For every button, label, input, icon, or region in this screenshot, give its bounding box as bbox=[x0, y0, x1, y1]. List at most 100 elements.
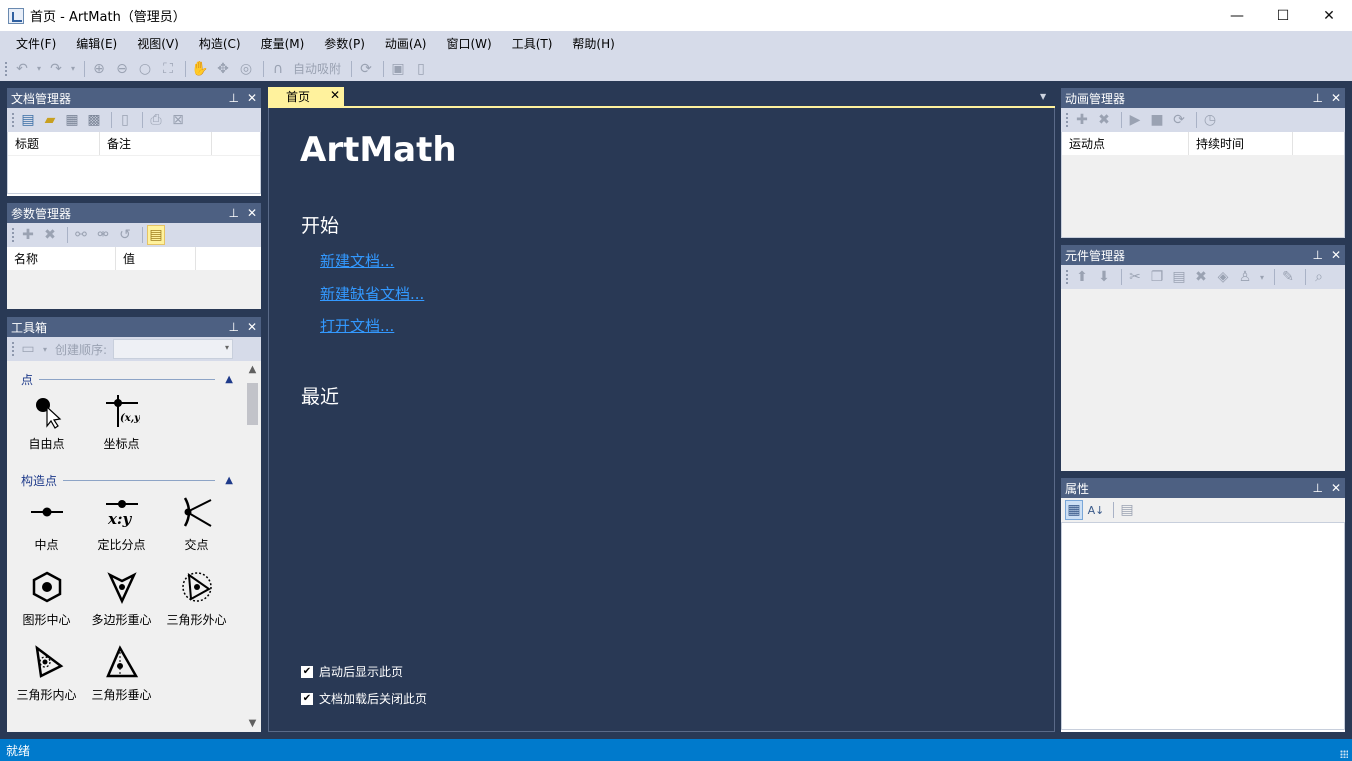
section-header-constructed-point[interactable]: 构造点 ▲ bbox=[7, 472, 239, 488]
close-button[interactable]: ✕ bbox=[1306, 0, 1352, 31]
open-document-icon[interactable]: ▰ bbox=[41, 110, 59, 130]
zoom-icon[interactable]: ○ bbox=[135, 59, 155, 79]
scroll-up-icon[interactable]: ▲ bbox=[244, 361, 261, 378]
checkbox[interactable]: ✔ bbox=[301, 665, 313, 678]
move-down-icon[interactable]: ⬇ bbox=[1095, 267, 1113, 287]
show-on-startup-option[interactable]: ✔ 启动后显示此页 bbox=[301, 663, 403, 680]
toolbox-scrollbar[interactable]: ▲ ▼ bbox=[244, 361, 261, 732]
pin-icon[interactable]: ⊥ bbox=[228, 320, 238, 334]
menu-view[interactable]: 视图(V) bbox=[127, 35, 189, 52]
column-header-moving-point[interactable]: 运动点 bbox=[1062, 132, 1189, 155]
screenshot-icon[interactable]: ▣ bbox=[388, 59, 408, 79]
lock-icon[interactable]: ♙ bbox=[1236, 267, 1254, 287]
unlink-icon[interactable]: ⚮ bbox=[94, 225, 112, 245]
undo-dropdown-icon[interactable]: ▾ bbox=[35, 59, 43, 79]
new-default-document-link[interactable]: 新建缺省文档... bbox=[320, 283, 424, 304]
save-icon[interactable]: ▦ bbox=[63, 110, 81, 130]
menu-edit[interactable]: 编辑(E) bbox=[66, 35, 127, 52]
close-document-icon[interactable]: ⊠ bbox=[169, 110, 187, 130]
search-icon[interactable]: ⌕ bbox=[1310, 267, 1328, 287]
column-header-note[interactable]: 备注 bbox=[100, 132, 212, 155]
paste-icon[interactable]: ▤ bbox=[1170, 267, 1188, 287]
tool-incenter[interactable]: 三角形内心 bbox=[9, 642, 84, 712]
checkbox[interactable]: ✔ bbox=[301, 692, 313, 705]
tool-shape-center[interactable]: 图形中心 bbox=[9, 567, 84, 637]
toolbar-grip[interactable] bbox=[11, 341, 15, 357]
column-header-title[interactable]: 标题 bbox=[8, 132, 100, 155]
pin-icon[interactable]: ⊥ bbox=[228, 206, 238, 220]
move-up-icon[interactable]: ⬆ bbox=[1073, 267, 1091, 287]
new-document-link[interactable]: 新建文档... bbox=[320, 250, 394, 271]
redo-icon[interactable]: ↷ bbox=[46, 59, 66, 79]
new-document-icon[interactable]: ▤ bbox=[19, 110, 37, 130]
scroll-thumb[interactable] bbox=[247, 383, 258, 425]
toolbar-grip[interactable] bbox=[11, 227, 15, 243]
view-mode-dropdown-icon[interactable]: ▾ bbox=[41, 339, 49, 359]
close-icon[interactable]: ✕ bbox=[247, 320, 257, 334]
move-icon[interactable]: ✥ bbox=[213, 59, 233, 79]
toolbar-grip[interactable] bbox=[1065, 269, 1069, 285]
pin-icon[interactable]: ⊥ bbox=[1312, 91, 1322, 105]
save-all-icon[interactable]: ▩ bbox=[85, 110, 103, 130]
close-icon[interactable]: ✕ bbox=[1331, 481, 1341, 495]
add-icon[interactable]: ✚ bbox=[1073, 110, 1091, 130]
pin-icon[interactable]: ⊥ bbox=[228, 91, 238, 105]
tool-ratio-point[interactable]: x:y 定比分点 bbox=[84, 492, 159, 562]
delete-icon[interactable]: ✖ bbox=[1095, 110, 1113, 130]
tool-intersection[interactable]: 交点 bbox=[159, 492, 234, 562]
tool-midpoint[interactable]: 中点 bbox=[9, 492, 84, 562]
highlight-icon[interactable]: ✎ bbox=[1279, 267, 1297, 287]
reset-icon[interactable]: ↺ bbox=[116, 225, 134, 245]
link-icon[interactable]: ⚯ bbox=[72, 225, 90, 245]
document-icon[interactable]: ▯ bbox=[116, 110, 134, 130]
paste-icon[interactable]: ▤ bbox=[147, 225, 165, 245]
loop-icon[interactable]: ⟳ bbox=[1170, 110, 1188, 130]
menu-animation[interactable]: 动画(A) bbox=[375, 35, 437, 52]
close-icon[interactable]: ✕ bbox=[1331, 91, 1341, 105]
stop-icon[interactable]: ■ bbox=[1148, 110, 1166, 130]
resize-grip[interactable] bbox=[1340, 750, 1348, 758]
zoom-in-icon[interactable]: ⊕ bbox=[89, 59, 109, 79]
property-pages-icon[interactable]: ▤ bbox=[1118, 500, 1136, 520]
hand-icon[interactable]: ✋ bbox=[190, 59, 210, 79]
redo-dropdown-icon[interactable]: ▾ bbox=[69, 59, 77, 79]
print-icon[interactable]: ⎙ bbox=[147, 110, 165, 130]
menu-parameter[interactable]: 参数(P) bbox=[314, 35, 375, 52]
tool-circumcenter[interactable]: 三角形外心 bbox=[159, 567, 234, 637]
tab-home[interactable]: 首页 ✕ bbox=[268, 87, 344, 106]
undo-icon[interactable]: ↶ bbox=[12, 59, 32, 79]
column-header-value[interactable]: 值 bbox=[116, 247, 196, 270]
create-order-select[interactable]: ▾ bbox=[113, 339, 234, 359]
close-icon[interactable]: ✕ bbox=[247, 91, 257, 105]
menu-construct[interactable]: 构造(C) bbox=[189, 35, 251, 52]
toolbar-grip[interactable] bbox=[11, 112, 15, 128]
column-header-name[interactable]: 名称 bbox=[7, 247, 116, 270]
categorized-icon[interactable]: ▦ bbox=[1065, 500, 1083, 520]
close-after-load-option[interactable]: ✔ 文档加载后关闭此页 bbox=[301, 690, 427, 707]
close-icon[interactable]: ✕ bbox=[1331, 248, 1341, 262]
auto-snap-label[interactable]: 自动吸附 bbox=[293, 60, 341, 77]
column-header-duration[interactable]: 持续时间 bbox=[1189, 132, 1293, 155]
view-mode-icon[interactable]: ▭ bbox=[19, 339, 37, 359]
tab-list-dropdown-icon[interactable]: ▼ bbox=[1040, 92, 1046, 101]
add-icon[interactable]: ✚ bbox=[19, 225, 37, 245]
pin-icon[interactable]: ⊥ bbox=[1312, 248, 1322, 262]
lock-dropdown-icon[interactable]: ▾ bbox=[1258, 267, 1266, 287]
page-icon[interactable]: ▯ bbox=[411, 59, 431, 79]
scroll-down-icon[interactable]: ▼ bbox=[244, 715, 261, 732]
delete-icon[interactable]: ✖ bbox=[41, 225, 59, 245]
open-document-link[interactable]: 打开文档... bbox=[320, 315, 394, 336]
delete-icon[interactable]: ✖ bbox=[1192, 267, 1210, 287]
toolbar-grip[interactable] bbox=[4, 60, 8, 77]
cut-icon[interactable]: ✂ bbox=[1126, 267, 1144, 287]
collapse-icon[interactable]: ▲ bbox=[225, 475, 233, 486]
collapse-icon[interactable]: ▲ bbox=[225, 374, 233, 385]
tab-close-icon[interactable]: ✕ bbox=[330, 88, 340, 102]
eraser-icon[interactable]: ◈ bbox=[1214, 267, 1232, 287]
menu-window[interactable]: 窗口(W) bbox=[436, 35, 501, 52]
pin-icon[interactable]: ⊥ bbox=[1312, 481, 1322, 495]
rotate-view-icon[interactable]: ◎ bbox=[236, 59, 256, 79]
close-icon[interactable]: ✕ bbox=[247, 206, 257, 220]
play-icon[interactable]: ▶ bbox=[1126, 110, 1144, 130]
menu-help[interactable]: 帮助(H) bbox=[562, 35, 624, 52]
